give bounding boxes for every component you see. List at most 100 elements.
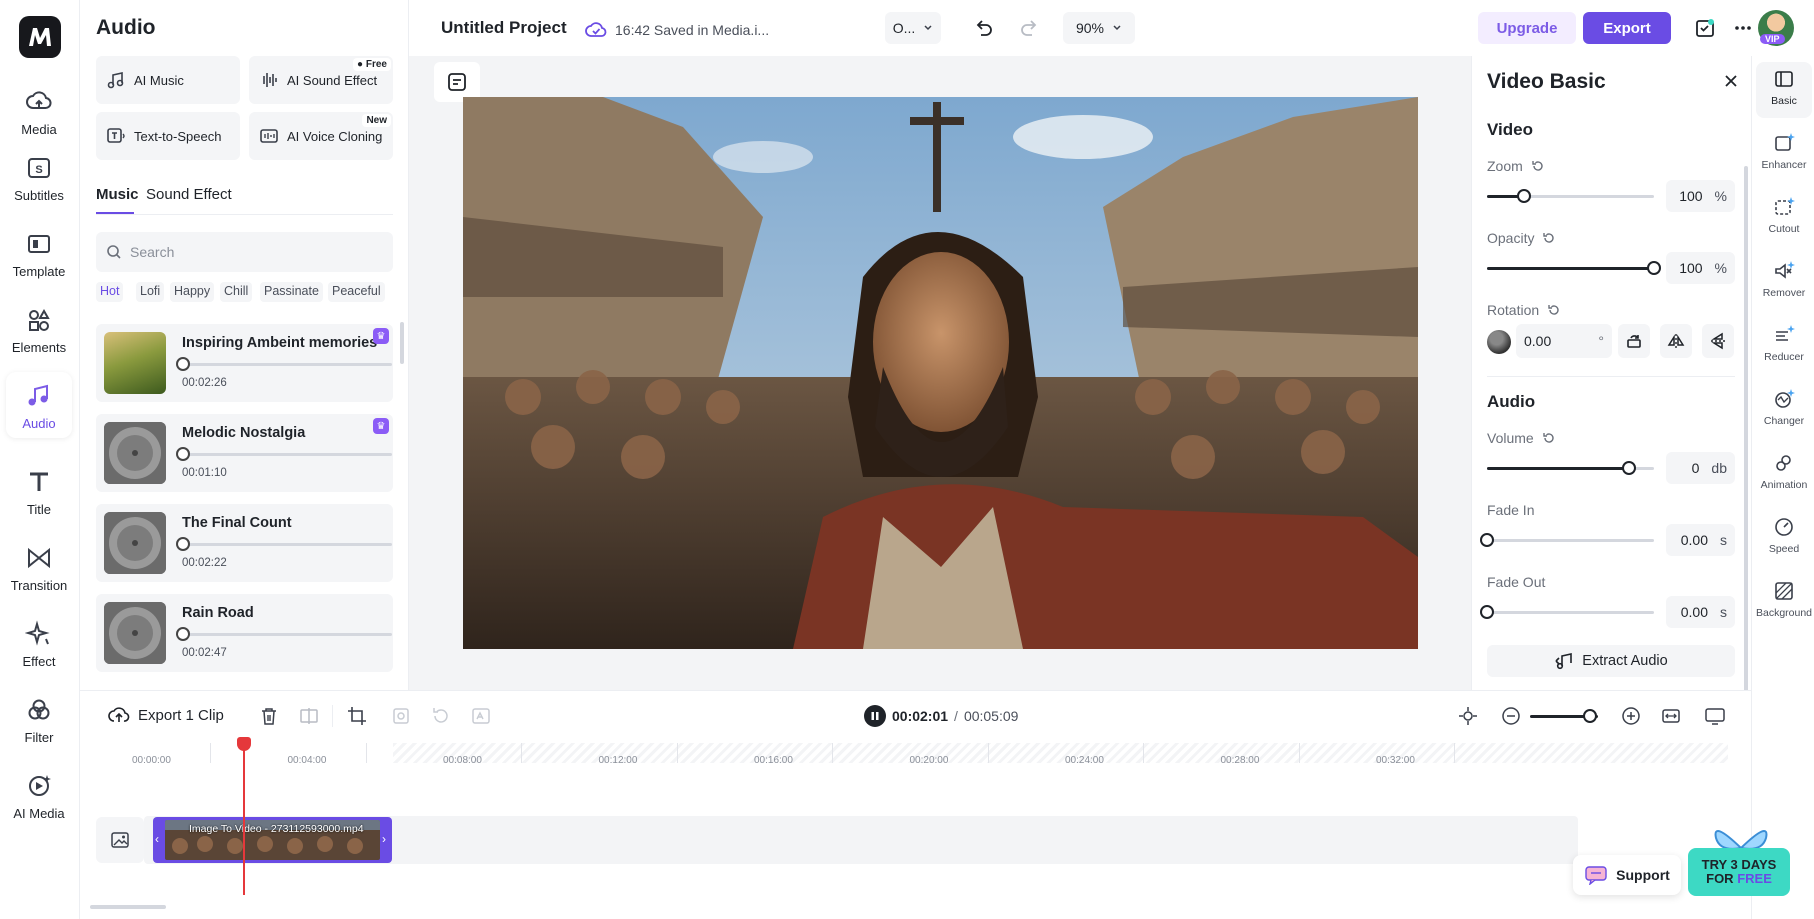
split-icon[interactable] [298, 705, 320, 727]
timeline-zoom-knob[interactable] [1583, 709, 1597, 723]
pause-button[interactable] [864, 705, 886, 727]
track-progress-bar[interactable] [182, 363, 392, 366]
flip-horizontal-button[interactable] [1660, 324, 1692, 358]
tool-enhancer[interactable]: Enhancer [1756, 126, 1812, 182]
fade-in-slider-knob[interactable] [1480, 533, 1494, 547]
rail-item-template[interactable]: Template [6, 220, 72, 286]
zoom-out-icon[interactable] [1500, 705, 1522, 727]
volume-slider[interactable] [1487, 461, 1654, 475]
chip-chill[interactable]: Chill [220, 282, 253, 302]
fit-timeline-icon[interactable] [1660, 705, 1682, 727]
timeline-scrollbar[interactable] [90, 905, 166, 909]
rail-item-media[interactable]: Media [6, 78, 72, 144]
rail-item-title[interactable]: Title [6, 458, 72, 524]
video-clip[interactable]: ‹ Image To Video - 273112593000.mp4 › [153, 817, 392, 863]
fade-in-slider[interactable] [1480, 533, 1654, 547]
rotation-dial[interactable] [1487, 330, 1511, 354]
support-button[interactable]: Support [1573, 855, 1681, 895]
more-icon[interactable] [1732, 17, 1754, 39]
zoom-in-icon[interactable] [1620, 705, 1642, 727]
video-preview[interactable] [463, 97, 1418, 649]
rail-item-effect[interactable]: Effect [6, 610, 72, 676]
ai-voice-cloning-button[interactable]: AI Voice Cloning New [249, 112, 393, 160]
tab-sound-effect[interactable]: Sound Effect [146, 186, 232, 203]
time-ruler[interactable]: 00:00:00 00:04:00 00:08:00 00:12:00 00:16:00… [80, 741, 1730, 766]
snap-icon[interactable] [1457, 705, 1479, 727]
search-input[interactable] [130, 244, 370, 260]
track-item[interactable]: The Final Count 00:02:22 [96, 504, 393, 582]
reset-icon[interactable] [1531, 159, 1545, 173]
opacity-slider[interactable] [1487, 261, 1661, 275]
rail-item-filter[interactable]: Filter [6, 686, 72, 752]
chip-hot[interactable]: Hot [96, 282, 124, 302]
auto-caption-icon[interactable] [470, 705, 492, 727]
track-item[interactable]: Melodic Nostalgia 00:01:10 ♛ [96, 414, 393, 492]
track-progress-knob[interactable] [176, 357, 190, 371]
freeze-frame-icon[interactable] [390, 705, 412, 727]
zoom-value-field[interactable]: 100% [1666, 180, 1735, 212]
crop-icon[interactable] [346, 705, 368, 727]
flip-vertical-button[interactable] [1702, 324, 1734, 358]
upgrade-button[interactable]: Upgrade [1478, 12, 1576, 44]
rotate-button[interactable] [1618, 324, 1650, 358]
playhead[interactable] [243, 741, 245, 895]
rail-item-ai-media[interactable]: AI Media [6, 762, 72, 828]
ai-music-button[interactable]: AI Music [96, 56, 240, 104]
redo-icon[interactable] [1019, 17, 1041, 39]
reset-icon[interactable] [1542, 231, 1556, 245]
chip-passinate[interactable]: Passinate [260, 282, 323, 302]
opacity-slider-knob[interactable] [1647, 261, 1661, 275]
close-icon[interactable] [1722, 72, 1740, 90]
track-progress-knob[interactable] [176, 537, 190, 551]
track-progress-knob[interactable] [176, 627, 190, 641]
chip-peaceful[interactable]: Peaceful [328, 282, 385, 302]
zoom-slider[interactable] [1487, 189, 1654, 203]
chip-lofi[interactable]: Lofi [136, 282, 165, 302]
track-progress-bar[interactable] [182, 543, 392, 546]
text-to-speech-button[interactable]: Text-to-Speech [96, 112, 240, 160]
tool-animation[interactable]: Animation [1756, 446, 1812, 502]
rail-item-transition[interactable]: Transition [6, 534, 72, 600]
rotation-input[interactable]: 0.00 ° [1516, 324, 1612, 358]
tool-background[interactable]: Background [1756, 574, 1812, 630]
tool-remover[interactable]: Remover [1756, 254, 1812, 310]
tool-cutout[interactable]: Cutout [1756, 190, 1812, 246]
track-progress-knob[interactable] [176, 447, 190, 461]
fade-out-slider-knob[interactable] [1480, 605, 1494, 619]
checklist-icon[interactable] [1694, 17, 1716, 39]
export-button[interactable]: Export [1583, 12, 1671, 44]
fade-out-slider[interactable] [1480, 605, 1654, 619]
clip-trim-left-handle[interactable]: ‹ [155, 832, 159, 846]
clip-trim-right-handle[interactable]: › [382, 832, 386, 846]
opacity-value-field[interactable]: 100% [1666, 252, 1735, 284]
volume-slider-knob[interactable] [1621, 461, 1636, 475]
panel-scrollbar[interactable] [400, 322, 404, 364]
reverse-icon[interactable] [430, 705, 452, 727]
canvas-settings-button[interactable] [434, 62, 480, 102]
delete-icon[interactable] [258, 705, 280, 727]
zoom-slider-knob[interactable] [1516, 189, 1531, 203]
reset-icon[interactable] [1547, 303, 1561, 317]
tab-music[interactable]: Music [96, 186, 139, 203]
rail-item-subtitles[interactable]: S Subtitles [6, 144, 72, 210]
monitor-icon[interactable] [1704, 705, 1726, 727]
chip-happy[interactable]: Happy [170, 282, 215, 302]
aspect-ratio-select[interactable]: O... [885, 12, 941, 44]
rail-item-elements[interactable]: Elements [6, 296, 72, 362]
volume-value-field[interactable]: 0 db [1666, 452, 1735, 484]
reset-icon[interactable] [1542, 431, 1556, 445]
zoom-select[interactable]: 90% [1063, 12, 1135, 44]
free-trial-promo[interactable]: TRY 3 DAYS FOR FREE [1688, 848, 1790, 896]
app-logo[interactable] [19, 16, 61, 58]
tool-reducer[interactable]: Reducer [1756, 318, 1812, 374]
track-progress-bar[interactable] [182, 453, 392, 456]
add-media-button[interactable] [96, 817, 144, 863]
tool-speed[interactable]: Speed [1756, 510, 1812, 566]
fade-in-value-field[interactable]: 0.00 s [1666, 524, 1735, 556]
tool-basic[interactable]: Basic [1756, 62, 1812, 118]
export-clip-button[interactable]: Export 1 Clip [108, 705, 224, 725]
track-progress-bar[interactable] [182, 633, 392, 636]
undo-icon[interactable] [972, 17, 994, 39]
project-title[interactable]: Untitled Project [441, 18, 567, 38]
fade-out-value-field[interactable]: 0.00 s [1666, 596, 1735, 628]
